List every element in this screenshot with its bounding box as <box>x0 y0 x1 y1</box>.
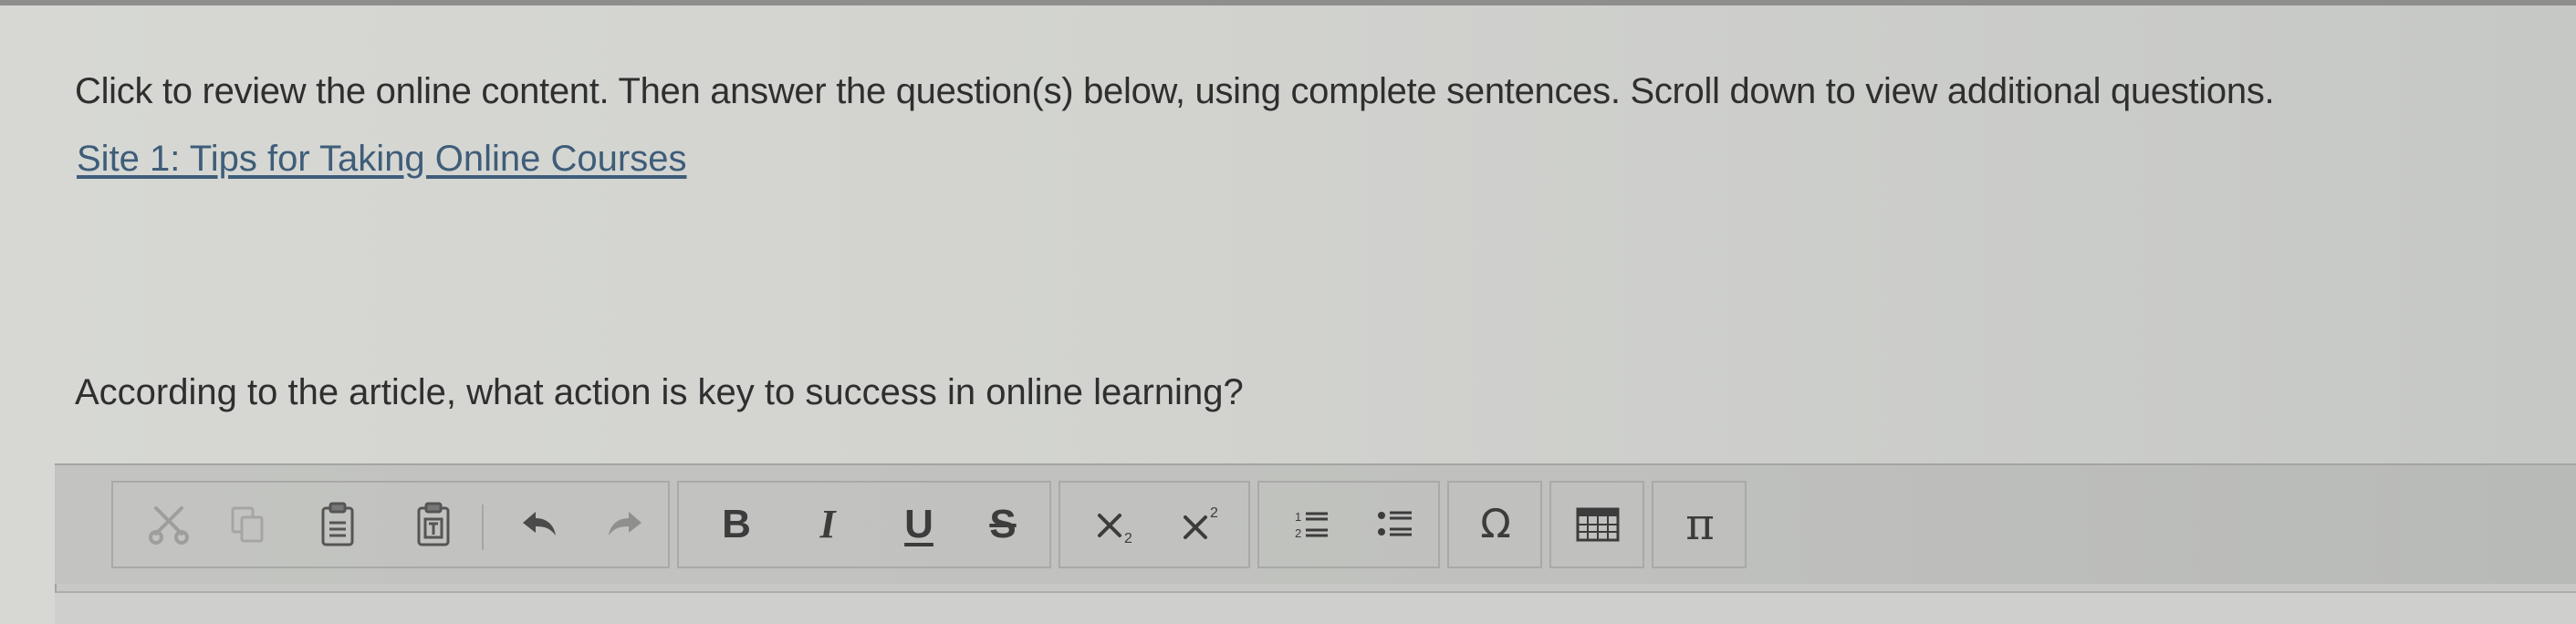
numbered-list-icon: 1 2 <box>1295 510 1328 540</box>
undo-button[interactable] <box>507 495 571 554</box>
superscript-button[interactable]: 2 <box>1172 495 1236 554</box>
numbered-list-button[interactable]: 1 2 <box>1279 495 1343 554</box>
italic-icon: I <box>819 502 836 546</box>
site-1-link[interactable]: Site 1: Tips for Taking Online Courses <box>77 139 686 180</box>
copy-button[interactable] <box>215 495 279 554</box>
strikethrough-icon: S <box>989 502 1017 546</box>
top-border <box>0 0 2576 5</box>
underline-button[interactable]: U <box>887 495 951 554</box>
bold-button[interactable]: B <box>704 495 768 554</box>
special-character-icon: Ω <box>1480 501 1511 547</box>
undo-icon <box>523 512 556 536</box>
underline-icon: U <box>904 502 933 546</box>
strikethrough-button[interactable]: S <box>971 495 1035 554</box>
redo-icon <box>609 512 641 536</box>
bold-icon: B <box>722 502 751 546</box>
special-character-button[interactable]: Ω <box>1464 495 1528 554</box>
paste-button[interactable] <box>306 495 370 554</box>
italic-button[interactable]: I <box>796 495 860 554</box>
superscript-icon: 2 <box>1184 505 1218 539</box>
cut-icon <box>149 506 189 545</box>
bulleted-list-button[interactable] <box>1363 495 1427 554</box>
cut-button[interactable] <box>137 495 201 554</box>
paste-text-icon <box>417 502 450 546</box>
svg-text:2: 2 <box>1124 531 1132 546</box>
instructions-text: Click to review the online content. Then… <box>75 71 2275 111</box>
toolbar-separator <box>482 504 484 550</box>
question-text: According to the article, what action is… <box>75 372 1244 412</box>
paste-icon <box>321 502 354 546</box>
redo-button[interactable] <box>593 495 657 554</box>
svg-text:2: 2 <box>1295 526 1301 540</box>
math-button[interactable]: π <box>1668 495 1732 554</box>
math-pi-icon: π <box>1685 499 1715 550</box>
table-button[interactable] <box>1566 495 1630 554</box>
paste-as-text-button[interactable] <box>402 495 465 554</box>
copy-icon <box>231 506 264 543</box>
bulleted-list-icon <box>1378 511 1412 536</box>
answer-text-area[interactable] <box>55 591 2576 624</box>
table-icon <box>1576 507 1620 542</box>
svg-text:1: 1 <box>1295 510 1301 524</box>
subscript-button[interactable]: 2 <box>1086 495 1150 554</box>
svg-text:2: 2 <box>1210 505 1218 521</box>
subscript-icon: 2 <box>1098 514 1132 546</box>
